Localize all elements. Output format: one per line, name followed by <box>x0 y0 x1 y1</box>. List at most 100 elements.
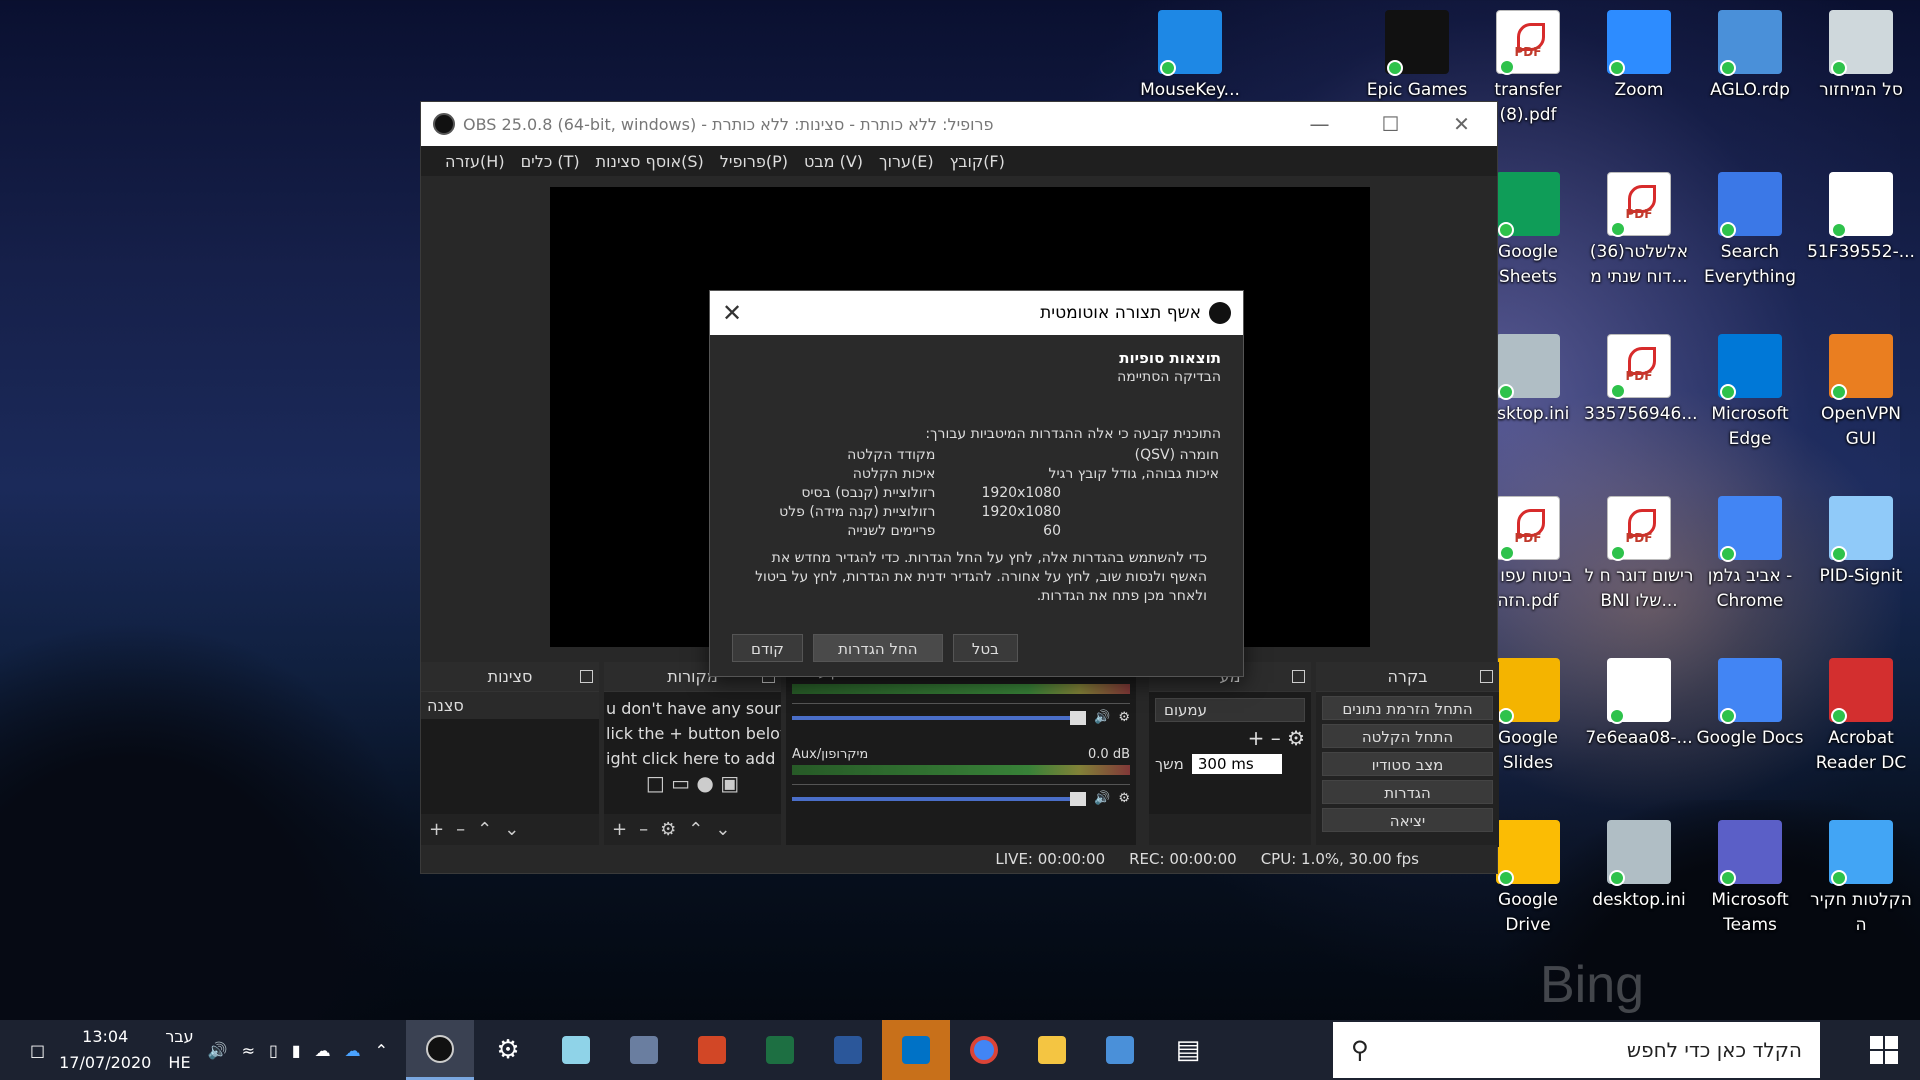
chrome-taskbar-icon[interactable] <box>950 1020 1018 1080</box>
menu-file[interactable]: קובץ(F) <box>950 152 1005 171</box>
settings-button[interactable]: הגדרות <box>1322 780 1493 804</box>
desktop-icon-label: MouseKey... <box>1140 80 1240 100</box>
auto-config-wizard-dialog[interactable]: אשף תצורה אוטומטית ✕ תוצאות סופיות הבדיק… <box>709 290 1244 677</box>
menu-help[interactable]: עזרה(H) <box>445 152 505 171</box>
apply-settings-button[interactable]: החל הגדרות <box>812 634 943 662</box>
up-icon[interactable]: ⌃ <box>688 819 703 840</box>
mixer-channel-mic: Aux/מיקרופון 0.0 dB 🔊 ⚙ <box>786 743 1136 810</box>
desktop-icon-label: הקלטות חקיר ה <box>1810 890 1912 935</box>
desktop-icon-gdocs[interactable]: Google Docs <box>1695 658 1805 751</box>
settings-taskbar-icon[interactable]: ⚙ <box>474 1020 542 1080</box>
sync-check-icon <box>1609 870 1625 886</box>
volume-icon[interactable]: 🔊 <box>208 1041 228 1060</box>
snip-taskbar-icon[interactable] <box>542 1020 610 1080</box>
maximize-icon[interactable]: ☐ <box>1355 112 1426 136</box>
outlook-taskbar-icon[interactable] <box>882 1020 950 1080</box>
remote-desktop-taskbar-icon[interactable] <box>1086 1020 1154 1080</box>
add-icon[interactable]: + <box>612 819 627 840</box>
microphone-icon[interactable]: ▮ <box>292 1041 301 1060</box>
remove-icon[interactable]: – <box>456 819 465 840</box>
language-indicator[interactable]: עבר HE <box>165 1024 193 1076</box>
up-icon[interactable]: ⌃ <box>477 819 492 840</box>
desktop-icon-teams[interactable]: Microsoft Teams <box>1695 820 1805 938</box>
desktop-icon-desktopini2[interactable]: desktop.ini <box>1584 820 1694 913</box>
duration-input[interactable]: 300 ms <box>1191 754 1282 774</box>
battery-icon[interactable]: ▯ <box>269 1041 278 1060</box>
f51-icon <box>1829 172 1893 238</box>
gear-icon[interactable]: ⚙ <box>660 819 676 840</box>
close-icon[interactable]: ✕ <box>1426 112 1497 136</box>
start-recording-button[interactable]: התחל הקלטה <box>1322 724 1493 748</box>
down-icon[interactable]: ⌄ <box>715 819 730 840</box>
calculator-taskbar-icon[interactable] <box>610 1020 678 1080</box>
obs-logo-icon <box>1209 302 1231 324</box>
cancel-button[interactable]: בטל <box>952 634 1018 662</box>
desktop-icon-e7e6[interactable]: 7e6eaa08-... <box>1584 658 1694 751</box>
search-box[interactable]: הקלד כאן כדי לחפש ⚲ <box>1333 1022 1820 1078</box>
desktop-icon-recycle[interactable]: סל המיחזור <box>1806 10 1916 103</box>
desktop-icon-label: אלשלטר(36) דוח שנתי מ... <box>1589 242 1689 287</box>
menu-edit[interactable]: ערוך(E) <box>879 152 934 171</box>
powerpoint-taskbar-icon[interactable] <box>678 1020 746 1080</box>
desktop-icon-acrobat[interactable]: Acrobat Reader DC <box>1806 658 1916 776</box>
desktop-icon-klatot[interactable]: הקלטות חקיר ה <box>1806 820 1916 938</box>
popout-icon[interactable] <box>1292 670 1305 683</box>
menu-tools[interactable]: כלים (T) <box>521 152 580 171</box>
volume-slider[interactable] <box>792 710 1087 725</box>
speaker-icon[interactable]: 🔊 <box>1094 791 1110 806</box>
sources-hint-3: ight click here to add c <box>606 749 781 768</box>
clock[interactable]: 13:04 17/07/2020 <box>59 1024 151 1076</box>
desktop-icon-pidsign[interactable]: PID-Signit <box>1806 496 1916 589</box>
sync-check-icon <box>1499 59 1515 75</box>
wizard-titlebar[interactable]: אשף תצורה אוטומטית ✕ <box>710 291 1243 335</box>
chevron-up-icon[interactable]: ⌃ <box>375 1041 388 1060</box>
desktop-icon-aglo[interactable]: AGLO.rdp <box>1695 10 1805 103</box>
transition-select[interactable]: עמעום <box>1155 698 1305 722</box>
desktop-icon-openvpn[interactable]: OpenVPN GUI <box>1806 334 1916 452</box>
desktop-icon-mousekey[interactable]: MouseKey... <box>1135 10 1245 103</box>
table-row: 1920x1080 רזולוציית (קנה מידה) פלט <box>732 503 1221 522</box>
desktop-icon-f51[interactable]: 51F39552-... <box>1806 172 1916 265</box>
wizard-title: אשף תצורה אוטומטית <box>1040 303 1201 323</box>
setting-value: 1920x1080 <box>981 485 1061 501</box>
menu-scene-collection[interactable]: אוסף סצינות(S) <box>596 152 704 171</box>
cloud-icon[interactable]: ☁ <box>315 1041 331 1060</box>
task-view-icon[interactable]: ▤ <box>1154 1020 1222 1080</box>
start-streaming-button[interactable]: התחל הזרמת נתונים <box>1322 696 1493 720</box>
menu-view[interactable]: מבט (V) <box>804 152 863 171</box>
excel-taskbar-icon[interactable] <box>746 1020 814 1080</box>
gear-icon[interactable]: ⚙ <box>1118 791 1130 806</box>
desktop-icon-search_everything[interactable]: Search Everything <box>1695 172 1805 290</box>
desktop-icon-label: Acrobat Reader DC <box>1815 728 1907 773</box>
onedrive-icon[interactable]: ☁ <box>345 1041 361 1060</box>
down-icon[interactable]: ⌄ <box>504 819 519 840</box>
minimize-icon[interactable]: — <box>1284 112 1355 136</box>
obs-taskbar-icon[interactable] <box>406 1020 474 1080</box>
add-icon[interactable]: + <box>429 819 444 840</box>
remove-icon[interactable]: – <box>639 819 648 840</box>
desktop-icon-pdf335[interactable]: 335756946... <box>1584 334 1698 427</box>
menu-profile[interactable]: פרופיל(P) <box>720 152 788 171</box>
desktop-icon-pdfrishum[interactable]: רישום דוגר ח ל BNI שלו... <box>1584 496 1694 614</box>
popout-icon[interactable] <box>1480 670 1493 683</box>
word-taskbar-icon[interactable] <box>814 1020 882 1080</box>
popout-icon[interactable] <box>580 670 593 683</box>
wifi-icon[interactable]: ≈ <box>242 1041 255 1060</box>
explorer-taskbar-icon[interactable] <box>1018 1020 1086 1080</box>
back-button[interactable]: קודם <box>732 634 803 662</box>
volume-slider[interactable] <box>792 791 1087 806</box>
desktop-icon-edge[interactable]: Microsoft Edge <box>1695 334 1805 452</box>
gear-icon[interactable]: ⚙ <box>1118 710 1130 725</box>
notification-icon[interactable]: □ <box>30 1041 45 1060</box>
exit-button[interactable]: יציאה <box>1322 808 1493 832</box>
close-icon[interactable]: ✕ <box>722 299 742 327</box>
obs-titlebar[interactable]: OBS 25.0.8 (64-bit, windows) - פרופיל: ל… <box>421 102 1497 146</box>
windows-start-icon[interactable] <box>1870 1036 1898 1064</box>
desktop-icon-zoom[interactable]: Zoom <box>1584 10 1694 103</box>
desktop-icon-chrome[interactable]: אביב גלמן - Chrome <box>1695 496 1805 614</box>
desktop-icon-pdf36[interactable]: אלשלטר(36) דוח שנתי מ... <box>1584 172 1694 290</box>
scene-item[interactable]: סצנה <box>421 692 599 719</box>
transition-tools[interactable]: + – ⚙ <box>1155 726 1305 750</box>
speaker-icon[interactable]: 🔊 <box>1094 710 1110 725</box>
studio-mode-button[interactable]: מצב סטודיו <box>1322 752 1493 776</box>
